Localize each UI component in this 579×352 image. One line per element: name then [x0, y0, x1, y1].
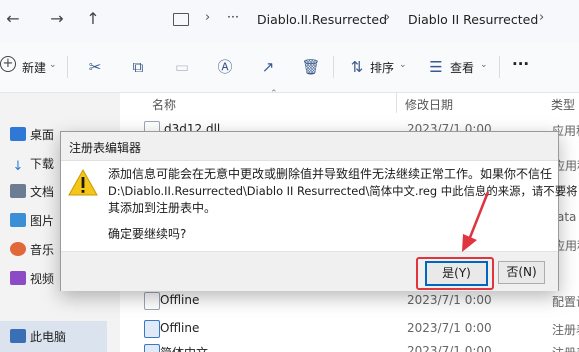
annotation-arrow [462, 191, 490, 252]
